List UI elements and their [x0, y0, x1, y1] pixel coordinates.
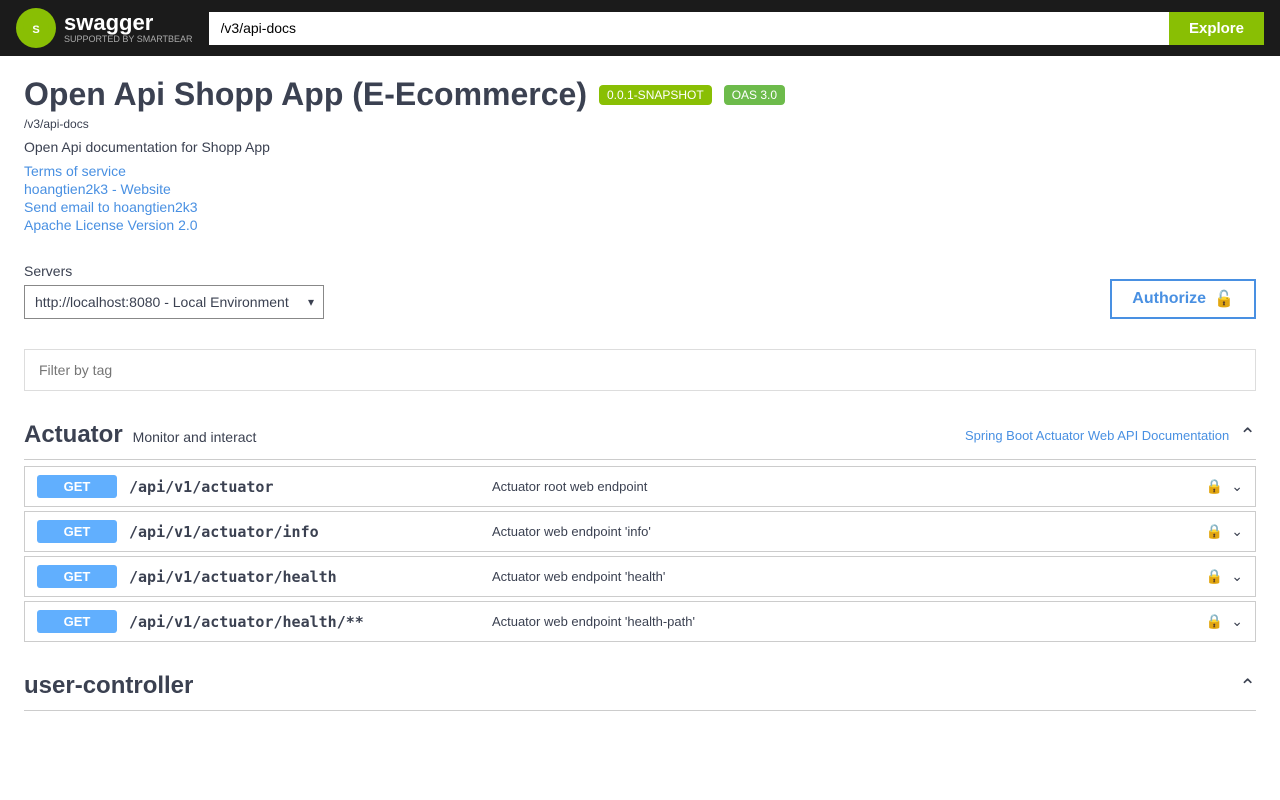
- search-bar: Explore: [209, 12, 1264, 45]
- endpoint-actions: 🔒 ⌄: [1206, 523, 1243, 540]
- endpoint-path: /api/v1/actuator: [129, 478, 480, 496]
- endpoint-path: /api/v1/actuator/health: [129, 568, 480, 586]
- swagger-brand: swagger: [64, 12, 193, 34]
- endpoint-row[interactable]: GET /api/v1/actuator/health/** Actuator …: [24, 601, 1256, 642]
- actuator-tag-right: Spring Boot Actuator Web API Documentati…: [965, 423, 1256, 448]
- logo: S swagger SUPPORTED BY SMARTBEAR: [16, 8, 193, 48]
- endpoint-row[interactable]: GET /api/v1/actuator/health Actuator web…: [24, 556, 1256, 597]
- api-links: Terms of service hoangtien2k3 - Website …: [24, 163, 1256, 233]
- endpoint-row[interactable]: GET /api/v1/actuator/info Actuator web e…: [24, 511, 1256, 552]
- chevron-down-icon: ⌄: [1231, 478, 1243, 495]
- endpoint-summary: Actuator web endpoint 'health': [492, 569, 1194, 584]
- method-badge-get: GET: [37, 475, 117, 498]
- servers-section: Servers http://localhost:8080 - Local En…: [24, 263, 1256, 319]
- actuator-docs-link[interactable]: Spring Boot Actuator Web API Documentati…: [965, 428, 1229, 443]
- user-controller-tag-right: ⌃: [1239, 674, 1256, 699]
- endpoint-row[interactable]: GET /api/v1/actuator Actuator root web e…: [24, 466, 1256, 507]
- user-controller-tag-header[interactable]: user-controller ⌃: [24, 662, 1256, 711]
- chevron-up-icon: ⌃: [1239, 674, 1256, 699]
- actuator-endpoint-list: GET /api/v1/actuator Actuator root web e…: [24, 466, 1256, 642]
- svg-text:S: S: [32, 24, 39, 36]
- user-controller-title-group: user-controller: [24, 672, 193, 700]
- terms-link[interactable]: Terms of service: [24, 163, 1256, 179]
- main-content: Open Api Shopp App (E-Ecommerce) 0.0.1-S…: [0, 56, 1280, 731]
- user-controller-tag-name: user-controller: [24, 672, 193, 700]
- servers-label: Servers: [24, 263, 324, 279]
- user-controller-section: user-controller ⌃: [24, 662, 1256, 711]
- license-link[interactable]: Apache License Version 2.0: [24, 217, 1256, 233]
- endpoint-summary: Actuator root web endpoint: [492, 479, 1194, 494]
- email-link[interactable]: Send email to hoangtien2k3: [24, 199, 1256, 215]
- server-select-wrap: http://localhost:8080 - Local Environmen…: [24, 285, 324, 319]
- actuator-title-group: Actuator Monitor and interact: [24, 421, 256, 449]
- logo-icon: S: [16, 8, 56, 48]
- method-badge-get: GET: [37, 610, 117, 633]
- endpoint-summary: Actuator web endpoint 'info': [492, 524, 1194, 539]
- servers-left: Servers http://localhost:8080 - Local En…: [24, 263, 324, 319]
- api-base-url: /v3/api-docs: [24, 117, 1256, 131]
- endpoint-actions: 🔒 ⌄: [1206, 568, 1243, 585]
- chevron-down-icon: ⌄: [1231, 523, 1243, 540]
- actuator-section: Actuator Monitor and interact Spring Boo…: [24, 411, 1256, 642]
- api-description: Open Api documentation for Shopp App: [24, 139, 1256, 155]
- chevron-down-icon: ⌄: [1231, 613, 1243, 630]
- logo-text: swagger SUPPORTED BY SMARTBEAR: [64, 12, 193, 45]
- lock-icon: 🔒: [1206, 613, 1223, 630]
- method-badge-get: GET: [37, 520, 117, 543]
- website-link[interactable]: hoangtien2k3 - Website: [24, 181, 1256, 197]
- method-badge-get: GET: [37, 565, 117, 588]
- actuator-tag-header[interactable]: Actuator Monitor and interact Spring Boo…: [24, 411, 1256, 460]
- lock-icon: 🔒: [1206, 568, 1223, 585]
- app-header: S swagger SUPPORTED BY SMARTBEAR Explore: [0, 0, 1280, 56]
- endpoint-path: /api/v1/actuator/info: [129, 523, 480, 541]
- logo-subtitle: SUPPORTED BY SMARTBEAR: [64, 34, 193, 45]
- lock-icon: 🔓: [1214, 289, 1234, 309]
- oas-badge: OAS 3.0: [724, 85, 785, 105]
- explore-button[interactable]: Explore: [1169, 12, 1264, 45]
- endpoint-path: /api/v1/actuator/health/**: [129, 613, 480, 631]
- endpoint-actions: 🔒 ⌄: [1206, 613, 1243, 630]
- api-title: Open Api Shopp App (E-Ecommerce) 0.0.1-S…: [24, 76, 1256, 113]
- filter-section: [24, 349, 1256, 391]
- api-title-text: Open Api Shopp App (E-Ecommerce): [24, 76, 587, 113]
- endpoint-actions: 🔒 ⌄: [1206, 478, 1243, 495]
- lock-icon: 🔒: [1206, 523, 1223, 540]
- authorize-label: Authorize: [1132, 290, 1206, 308]
- lock-icon: 🔒: [1206, 478, 1223, 495]
- actuator-tag-desc: Monitor and interact: [133, 429, 257, 445]
- server-select[interactable]: http://localhost:8080 - Local Environmen…: [24, 285, 324, 319]
- authorize-button[interactable]: Authorize 🔓: [1110, 279, 1256, 319]
- filter-input[interactable]: [24, 349, 1256, 391]
- search-input[interactable]: [209, 12, 1169, 45]
- chevron-up-icon: ⌃: [1239, 423, 1256, 448]
- chevron-down-icon: ⌄: [1231, 568, 1243, 585]
- snapshot-badge: 0.0.1-SNAPSHOT: [599, 85, 712, 105]
- actuator-tag-name: Actuator: [24, 421, 123, 449]
- api-title-section: Open Api Shopp App (E-Ecommerce) 0.0.1-S…: [24, 76, 1256, 233]
- endpoint-summary: Actuator web endpoint 'health-path': [492, 614, 1194, 629]
